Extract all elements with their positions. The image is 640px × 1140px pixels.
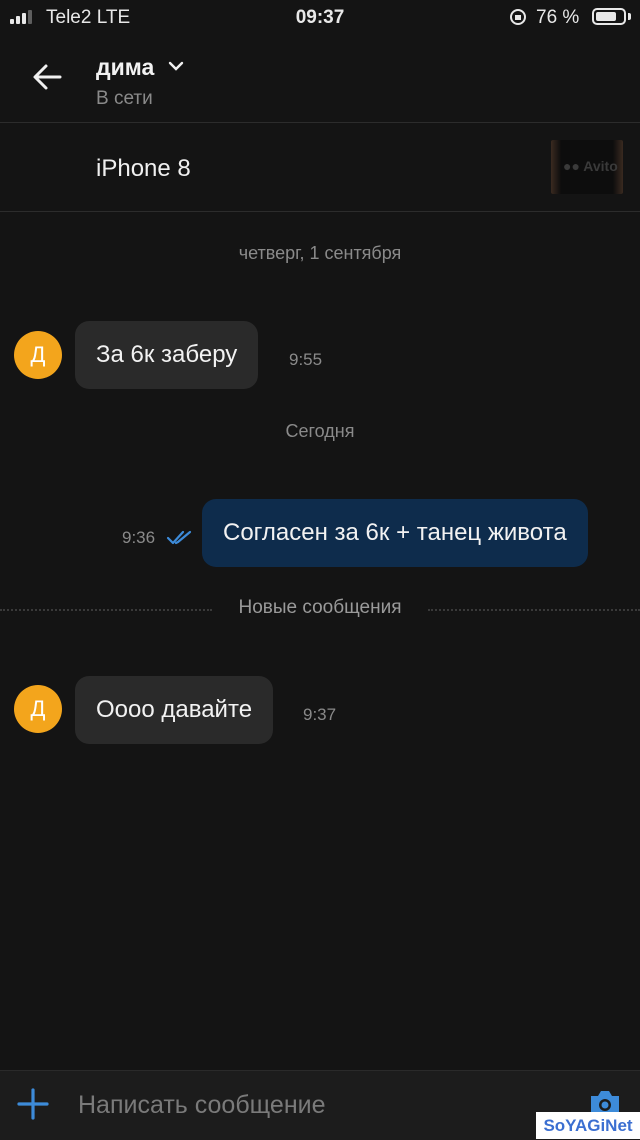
presence-status: В сети xyxy=(96,88,153,109)
avatar[interactable]: Д xyxy=(14,685,62,733)
listing-title[interactable]: iPhone 8 xyxy=(96,155,191,183)
listing-thumbnail[interactable]: ●● Avito xyxy=(551,140,623,194)
battery-tip xyxy=(628,13,631,20)
double-check-icon xyxy=(166,530,192,545)
battery-icon xyxy=(592,8,626,25)
header-divider xyxy=(0,122,640,123)
back-arrow-icon[interactable] xyxy=(30,60,64,94)
incoming-message[interactable]: Оооо давайте xyxy=(75,676,274,744)
battery-percent: 76 % xyxy=(536,7,580,28)
plus-icon[interactable] xyxy=(16,1087,50,1121)
message-time: 9:36 xyxy=(122,528,156,547)
incoming-message[interactable]: За 6к заберу xyxy=(75,321,259,389)
contact-name[interactable]: дима xyxy=(96,54,154,81)
date-separator: четверг, 1 сентября xyxy=(238,243,402,263)
new-messages-label: Новые сообщения xyxy=(238,597,402,618)
message-input[interactable] xyxy=(78,1078,538,1132)
date-separator-today: Сегодня xyxy=(285,421,355,441)
avatar[interactable]: Д xyxy=(14,331,62,379)
watermark: SoYAGiNet xyxy=(536,1112,640,1139)
outgoing-message[interactable]: Согласен за 6к + танец живота xyxy=(202,499,588,567)
listing-divider xyxy=(0,211,640,212)
message-time: 9:55 xyxy=(289,350,323,369)
chevron-down-icon[interactable] xyxy=(168,60,184,72)
rotation-lock-icon xyxy=(510,9,526,25)
message-time: 9:37 xyxy=(303,705,337,724)
